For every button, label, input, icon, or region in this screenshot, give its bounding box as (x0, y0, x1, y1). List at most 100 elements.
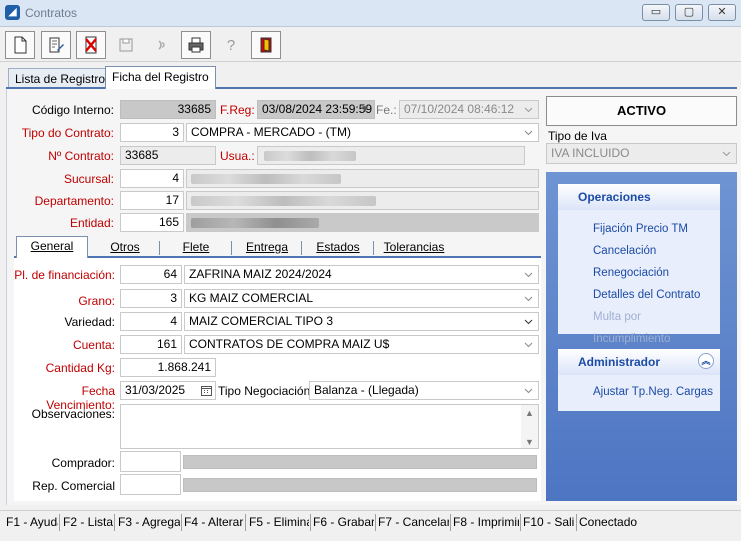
grano-value: KG MAIZ COMERCIAL (189, 291, 314, 305)
link-cancelacion[interactable]: Cancelación (558, 240, 720, 262)
shortcut-f7[interactable]: F7 - Cancelar (378, 515, 449, 529)
tab-general[interactable]: General (16, 236, 88, 258)
new-button[interactable] (5, 31, 35, 59)
observaciones-label: Observaciones: (31, 407, 115, 421)
nro-contrato-label: Nº Contrato: (48, 149, 114, 163)
status-bar: F1 - Ayuda F2 - Lista F3 - Agregar F4 - … (0, 510, 741, 541)
freg-datetime[interactable]: 03/08/2024 23:59:59 ▼ (257, 100, 375, 119)
tipo-contrato-code[interactable]: 3 (120, 123, 184, 142)
link-ajustar-negociacion[interactable]: Ajustar Tp.Neg. Cargas (558, 381, 720, 403)
shortcut-f3[interactable]: F3 - Agregar (118, 515, 180, 529)
administrador-title: Administrador ︽ (558, 349, 720, 375)
tab-otros[interactable]: Otros (90, 238, 160, 258)
calendar-icon[interactable] (201, 385, 212, 396)
rep-comercial-code[interactable] (120, 474, 181, 495)
scrollbar[interactable]: ▲ ▼ (521, 405, 538, 448)
link-renegociacion[interactable]: Renegociación (558, 262, 720, 284)
close-button[interactable]: ✕ (708, 4, 736, 21)
task-panel: Operaciones Fijación Precio TM Cancelaci… (546, 172, 737, 501)
shortcut-f5[interactable]: F5 - Eliminar (249, 515, 309, 529)
iva-label: Tipo de Iva (548, 129, 607, 143)
tab-flete[interactable]: Flete (160, 238, 232, 258)
shortcut-f2[interactable]: F2 - Lista (63, 515, 113, 529)
entidad-code[interactable]: 165 (120, 213, 184, 232)
redacted-text (191, 174, 341, 184)
tab-estados[interactable]: Estados (302, 238, 374, 258)
financiacion-select[interactable]: ZAFRINA MAIZ 2024/2024 (184, 265, 539, 284)
sucursal-label: Sucursal: (63, 172, 114, 186)
link-fijacion-precio[interactable]: Fijación Precio TM (558, 218, 720, 240)
tipo-contrato-select[interactable]: COMPRA - MERCADO - (TM) (186, 123, 539, 142)
tab-entrega[interactable]: Entrega (232, 238, 302, 258)
rep-comercial-name (183, 478, 537, 492)
collapse-icon[interactable]: ︽ (698, 353, 714, 369)
delete-button[interactable] (76, 31, 106, 59)
cantidad-field[interactable]: 1.868.241 (120, 358, 216, 377)
grano-label: Grano: (78, 294, 115, 308)
link-detalles-contrato[interactable]: Detalles del Contrato (558, 284, 720, 306)
exit-icon (260, 37, 272, 53)
print-button[interactable] (181, 31, 211, 59)
chevron-down-icon (524, 107, 533, 113)
connection-status: Conectado (579, 515, 638, 529)
chevron-down-icon (524, 272, 533, 278)
departamento-label: Departamento: (34, 194, 114, 208)
shortcut-f6[interactable]: F6 - Grabar (313, 515, 374, 529)
variedad-code[interactable]: 4 (120, 312, 182, 331)
chevron-down-icon (524, 296, 533, 302)
shortcut-f1[interactable]: F1 - Ayuda (6, 515, 58, 529)
scroll-down-icon[interactable]: ▼ (525, 434, 534, 448)
maximize-button[interactable]: ▢ (675, 4, 703, 21)
scroll-up-icon[interactable]: ▲ (525, 405, 534, 422)
main-tabs: Lista de Registros Ficha del Registro (0, 66, 741, 89)
tab-tolerancias[interactable]: Tolerancias (374, 238, 454, 258)
refresh-button[interactable] (146, 31, 176, 59)
redacted-text (191, 218, 319, 228)
chevron-down-icon (524, 388, 533, 394)
fe-label: Fe.: (376, 103, 397, 117)
shortcut-f10[interactable]: F10 - Salir (523, 515, 575, 529)
variedad-select[interactable]: MAIZ COMERCIAL TIPO 3 (184, 312, 539, 331)
vencimiento-date[interactable]: 31/03/2025 (120, 381, 216, 400)
help-button[interactable]: ? (216, 31, 246, 59)
window-title: Contratos (25, 6, 78, 20)
usua-field (257, 146, 525, 165)
administrador-group: Administrador ︽ Ajustar Tp.Neg. Cargas (558, 349, 720, 411)
title-bar: ◢ Contratos ▭ ▢ ✕ (0, 0, 741, 27)
codigo-field: 33685 (120, 100, 216, 119)
tab-lista-registros[interactable]: Lista de Registros (8, 68, 119, 88)
grano-code[interactable]: 3 (120, 289, 182, 308)
tipo-negociacion-select[interactable]: Balanza - (Llegada) (309, 381, 539, 400)
financiacion-code[interactable]: 64 (120, 265, 182, 284)
exit-button[interactable] (251, 31, 281, 59)
grano-select[interactable]: KG MAIZ COMERCIAL (184, 289, 539, 308)
shortcut-f4[interactable]: F4 - Alterar (184, 515, 244, 529)
cuenta-code[interactable]: 161 (120, 335, 182, 354)
redacted-text (191, 196, 376, 206)
comprador-label: Comprador: (51, 456, 115, 470)
chevron-down-icon (524, 319, 533, 325)
cuenta-label: Cuenta: (72, 338, 115, 352)
observaciones-textarea[interactable]: ▲ ▼ (120, 404, 539, 449)
print-icon (188, 37, 204, 53)
freg-value: 03/08/2024 23:59:59 (262, 102, 373, 116)
comprador-code[interactable] (120, 451, 181, 472)
operaciones-title: Operaciones (558, 184, 720, 210)
sucursal-code[interactable]: 4 (120, 169, 184, 188)
shortcut-f8[interactable]: F8 - Imprimir (453, 515, 519, 529)
fe-value: 07/10/2024 08:46:12 (404, 102, 515, 116)
tab-ficha-registro[interactable]: Ficha del Registro (105, 66, 216, 89)
minimize-button[interactable]: ▭ (642, 4, 670, 21)
new-document-icon (14, 36, 27, 54)
cuenta-select[interactable]: CONTRATOS DE COMPRA MAIZ U$ (184, 335, 539, 354)
edit-button[interactable] (41, 31, 71, 59)
save-button[interactable] (111, 31, 141, 59)
vencimiento-value: 31/03/2025 (125, 383, 186, 397)
tipo-contrato-label: Tipo do Contrato: (21, 126, 114, 140)
save-icon (119, 38, 133, 52)
delete-icon (85, 36, 97, 54)
refresh-icon (158, 40, 165, 50)
app-icon: ◢ (5, 5, 20, 20)
departamento-code[interactable]: 17 (120, 191, 184, 210)
status-badge: ACTIVO (546, 96, 737, 126)
